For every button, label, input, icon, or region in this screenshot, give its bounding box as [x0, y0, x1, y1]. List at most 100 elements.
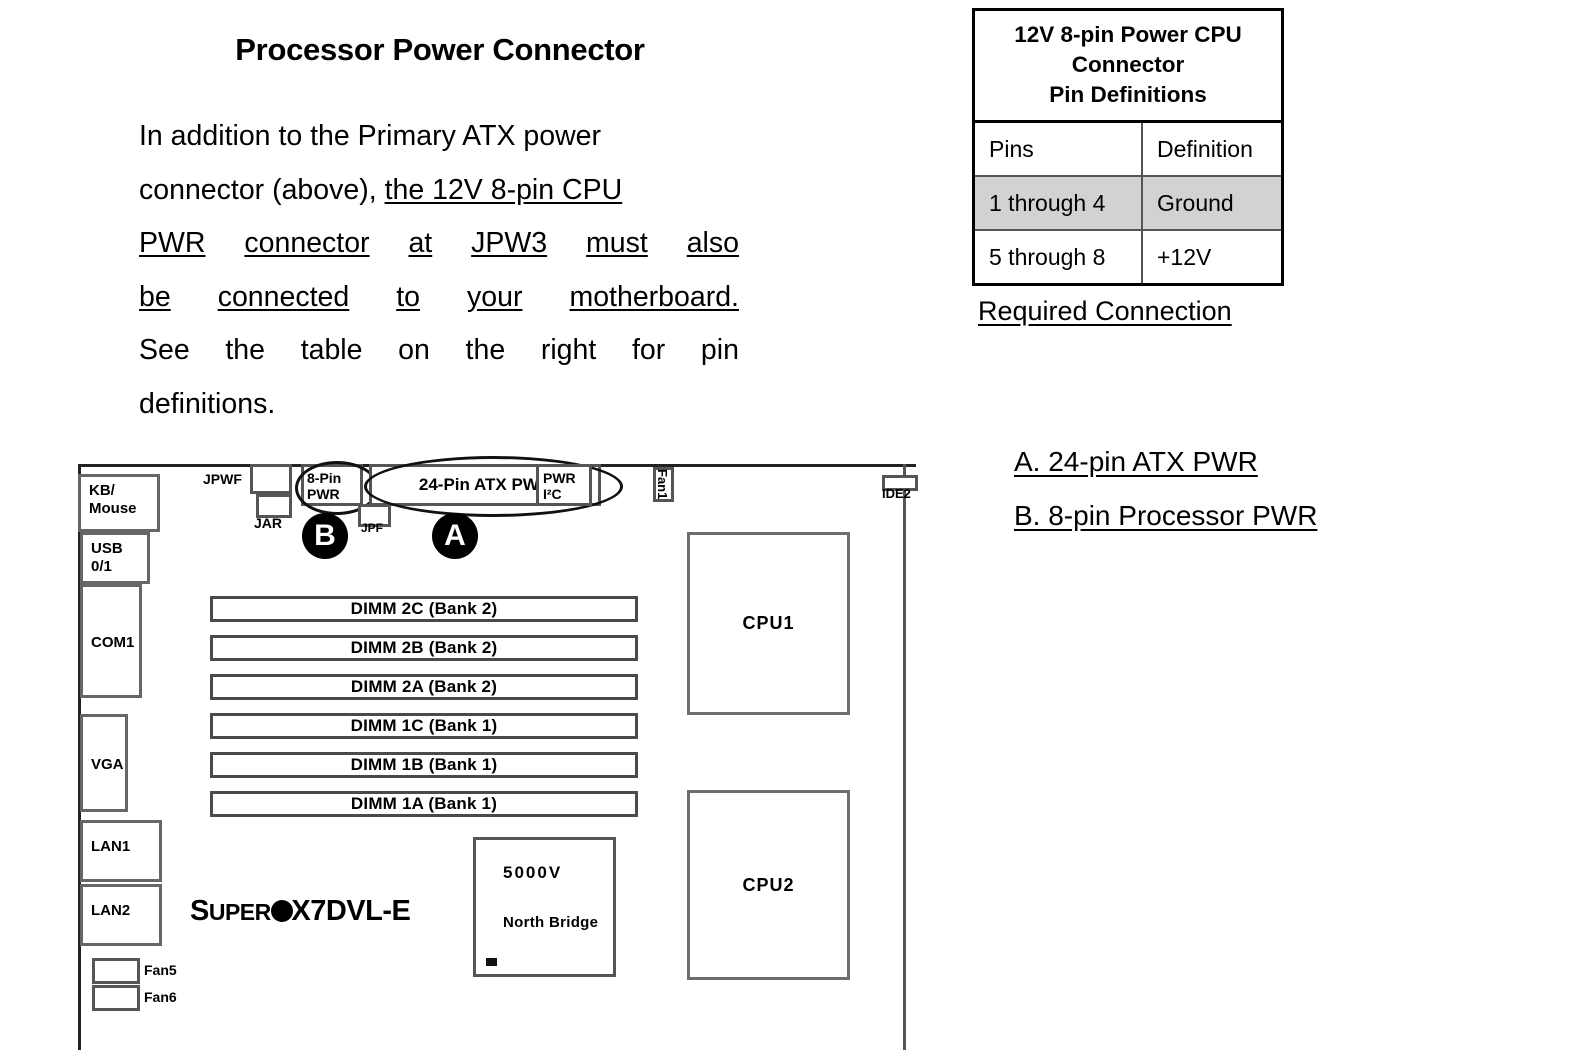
paragraph-text: be [139, 280, 171, 313]
table-row: 5 through 8 +12V [975, 229, 1281, 283]
paragraph-text: right [540, 334, 597, 366]
io-port-usb-0-1: USB 0/1 [80, 532, 150, 584]
dimm-slot: DIMM 1C (Bank 1) [210, 713, 638, 739]
north-bridge-chip: 5000V North Bridge [473, 837, 616, 977]
paragraph-text: See [139, 334, 190, 366]
column-header-pins: Pins [989, 135, 1034, 162]
cpu-socket-label: CPU1 [742, 613, 795, 633]
fan-header-fan5 [92, 958, 140, 984]
body-paragraph: In addition to the Primary ATX power conn… [139, 110, 739, 431]
io-port-label-line1: LAN1 [91, 838, 131, 855]
dimm-slot: DIMM 2C (Bank 2) [210, 596, 638, 622]
pin1-marker-icon [486, 958, 497, 966]
paragraph-text: pin [700, 334, 739, 366]
paragraph-text: to [396, 280, 421, 313]
paragraph-text: connector (above), [139, 173, 385, 206]
north-bridge-model: 5000V [503, 863, 563, 882]
io-port-label-line1: COM1 [91, 634, 135, 651]
dimm-slot: DIMM 2B (Bank 2) [210, 635, 638, 661]
dimm-slot-label: DIMM 1A (Bank 1) [350, 794, 498, 813]
paragraph-text: also [686, 227, 739, 259]
paragraph-text: the [465, 334, 506, 366]
paragraph-text: for [631, 334, 666, 366]
motherboard-diagram: KB/ Mouse USB 0/1 COM1 VGA LAN1 LAN2 Fan… [70, 455, 918, 1050]
jumper-jar-label: JAR [254, 515, 283, 531]
cpu-socket-cpu1: CPU1 [687, 532, 850, 715]
dimm-slot: DIMM 2A (Bank 2) [210, 674, 638, 700]
dimm-slot-label: DIMM 1B (Bank 1) [350, 755, 498, 774]
board-outline-right-edge [903, 464, 906, 1050]
paragraph-line: definitions. [139, 378, 739, 432]
paragraph-text: PWR [139, 227, 206, 259]
pin-table-caption: 12V 8-pin Power CPU Connector Pin Defini… [975, 11, 1281, 123]
caption-line-1: 12V 8-pin Power CPU [1014, 22, 1242, 47]
paragraph-text: must [586, 227, 648, 259]
paragraph-line: In addition to the Primary ATX power [139, 110, 739, 164]
io-port-label-line2: Mouse [89, 500, 137, 517]
paragraph-text: the 12V 8-pin CPU [384, 173, 623, 206]
registered-trademark-icon: ® [275, 900, 284, 912]
io-port-lan2: LAN2 [80, 884, 162, 946]
connector-pwr-i2c-label-line1: PWR [543, 470, 576, 486]
paragraph-line: See the table on the right for pin [139, 324, 739, 378]
caption-line-2: Connector [1071, 52, 1185, 77]
io-port-lan1: LAN1 [80, 820, 162, 882]
legend-item-b: B. 8-pin Processor PWR [1014, 500, 1318, 531]
connector-ide2-label: IDE2 [882, 486, 911, 501]
paragraph-text: JPW3 [471, 227, 548, 259]
callout-marker-b: B [302, 513, 348, 559]
fan-header-fan6-label: Fan6 [144, 989, 177, 1005]
table-header-row: Pins Definition [975, 123, 1281, 175]
paragraph-text: motherboard. [569, 280, 739, 313]
connector-pwr-i2c: PWR I²C [536, 464, 592, 506]
io-port-vga: VGA [80, 714, 128, 812]
cell-pins: 1 through 4 [989, 189, 1106, 216]
supermicro-model-logo: S UPER ® X7DVL-E [190, 895, 411, 928]
paragraph-text: definitions. [139, 387, 276, 420]
io-port-label-line1: VGA [91, 756, 124, 773]
dimm-slot: DIMM 1B (Bank 1) [210, 752, 638, 778]
paragraph-text: at [408, 227, 433, 259]
logo-model-text: X7DVL-E [291, 895, 411, 927]
pin-definitions-table: 12V 8-pin Power CPU Connector Pin Defini… [972, 8, 1284, 286]
required-connection-note: Required Connection [978, 296, 1232, 326]
page-title: Processor Power Connector [235, 32, 645, 67]
io-port-com1: COM1 [80, 584, 142, 698]
paragraph-text: your [467, 280, 523, 313]
io-port-kb-mouse: KB/ Mouse [78, 474, 160, 532]
fan-header-fan6 [92, 985, 140, 1011]
connector-jpf-label: JPF [361, 521, 384, 535]
cell-definition: +12V [1141, 231, 1281, 283]
north-bridge-label: North Bridge [503, 914, 599, 931]
dimm-slot-label: DIMM 2C (Bank 2) [350, 599, 498, 618]
cpu-socket-label: CPU2 [742, 874, 795, 895]
jumper-jpwf-label: JPWF [203, 471, 242, 487]
cell-pins: 5 through 8 [989, 243, 1106, 270]
paragraph-text: In addition to the Primary ATX power [139, 120, 602, 152]
paragraph-text: connector [244, 227, 370, 259]
paragraph-text: table [300, 334, 363, 366]
jumper-jpwf-connector [250, 464, 292, 494]
io-port-label-line1: USB 0/1 [91, 540, 123, 575]
paragraph-text: on [398, 334, 430, 366]
io-port-label-line1: KB/ [89, 482, 115, 499]
paragraph-line: be connected to your motherboard. [139, 271, 739, 325]
fan-header-fan1-label: Fan1 [655, 469, 670, 500]
callout-marker-a: A [432, 513, 478, 559]
dimm-slot-label: DIMM 2A (Bank 2) [350, 677, 498, 696]
cpu-socket-cpu2: CPU2 [687, 790, 850, 980]
dimm-slot-label: DIMM 2B (Bank 2) [350, 638, 498, 657]
column-header-definition: Definition [1141, 123, 1281, 175]
connector-legend: A. 24-pin ATX PWR B. 8-pin Processor PWR [1014, 446, 1317, 554]
logo-text-uper: UPER [208, 899, 271, 925]
logo-text-s: S [190, 895, 209, 927]
paragraph-line: PWR connector at JPW3 must also [139, 217, 739, 271]
paragraph-text: the [225, 334, 266, 366]
connector-pwr-i2c-label-line2: I²C [543, 486, 562, 502]
dimm-slot-label: DIMM 1C (Bank 1) [350, 716, 498, 735]
table-row: 1 through 4 Ground [975, 175, 1281, 229]
paragraph-text: connected [217, 280, 350, 313]
paragraph-line: connector (above), the 12V 8-pin CPU [139, 164, 739, 218]
fan-header-fan5-label: Fan5 [144, 962, 177, 978]
caption-line-3: Pin Definitions [1049, 82, 1207, 107]
